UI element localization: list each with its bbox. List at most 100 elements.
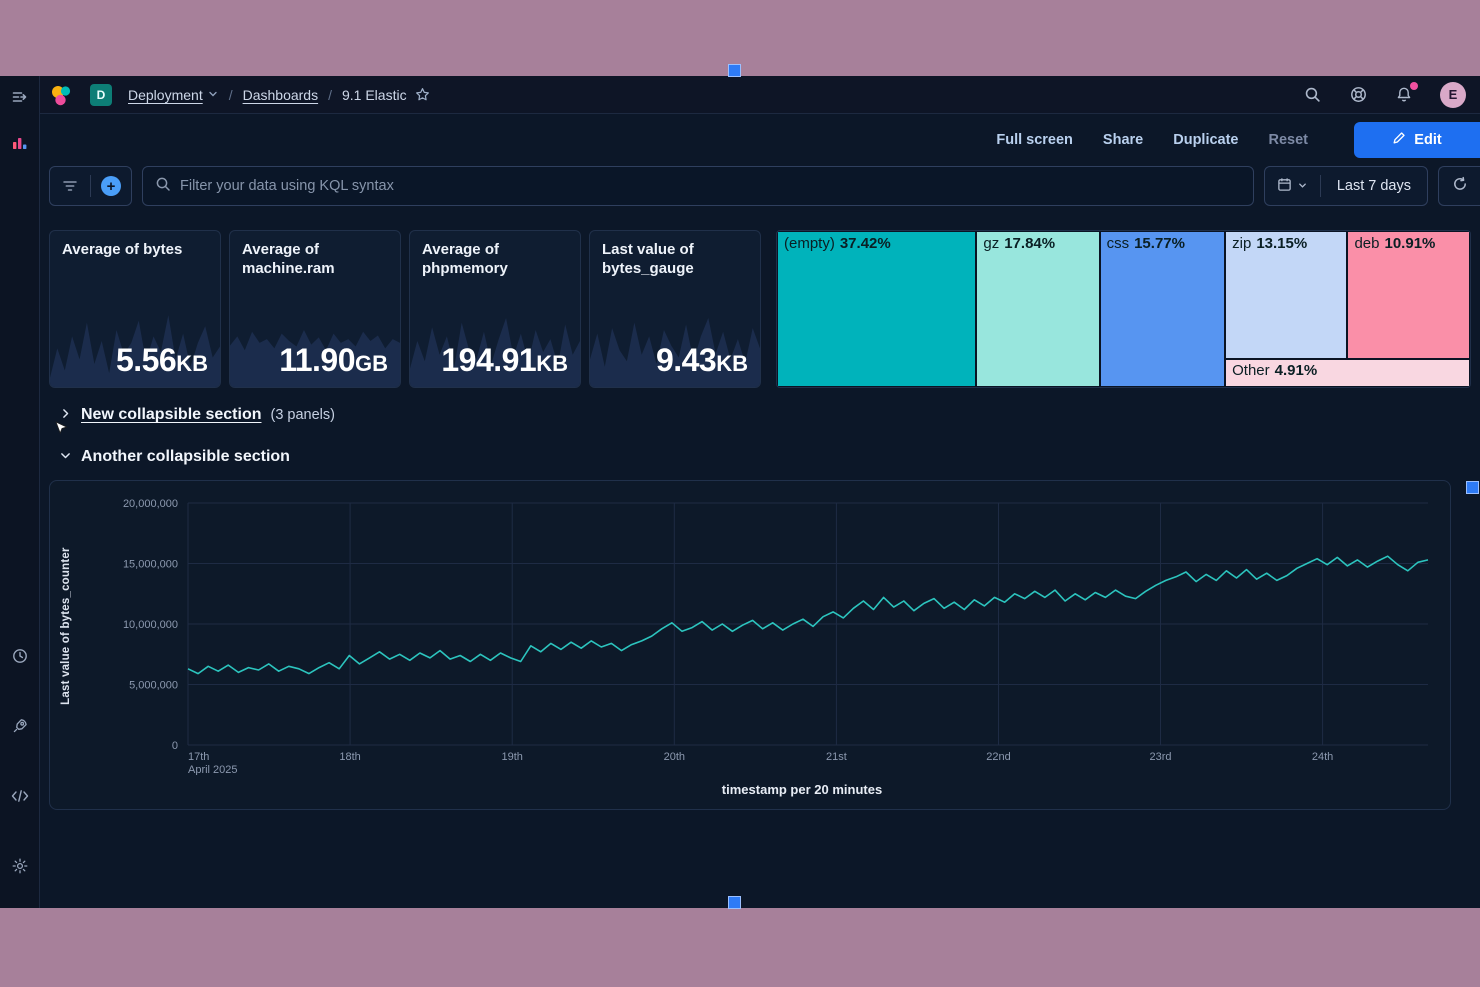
treemap-tile-empty[interactable]: (empty)37.42%: [778, 232, 975, 386]
nav-expand-button[interactable]: [10, 87, 30, 107]
bytes-counter-chart-panel[interactable]: Last value of bytes_counter 05,000,00010…: [49, 480, 1451, 810]
search-button[interactable]: [1302, 85, 1322, 105]
kql-search-input[interactable]: [180, 178, 1241, 194]
favorite-button[interactable]: [413, 85, 433, 105]
svg-text:0: 0: [172, 740, 178, 752]
integrations-button[interactable]: [10, 716, 30, 736]
metric-unit: KB: [536, 351, 568, 376]
treemap-panel: (empty)37.42% gz 17.84% css15.77% zip 13.1…: [776, 230, 1471, 388]
y-axis-title: Last value of bytes_counter: [60, 547, 72, 705]
svg-text:20,000,000: 20,000,000: [123, 498, 178, 510]
metrics-row: Average of bytes 5.56KB Average of machi…: [49, 230, 1471, 388]
chevron-down-icon: [1297, 179, 1308, 194]
management-button[interactable]: [10, 856, 30, 876]
reset-button[interactable]: Reset: [1269, 132, 1309, 148]
nav-expand-icon: [11, 89, 28, 105]
main-column: D Deployment / Dashboards / 9.1 Elastic: [40, 76, 1480, 908]
section-panel-count: (3 panels): [271, 407, 335, 423]
tile-percent: 4.91%: [1275, 362, 1318, 379]
kql-search-box: [142, 166, 1254, 206]
notifications-button[interactable]: [1394, 85, 1414, 105]
filter-bar: + Last 7 days: [40, 166, 1480, 206]
clock-icon: [12, 648, 28, 664]
deployment-badge[interactable]: D: [90, 84, 112, 106]
tile-label: css: [1107, 235, 1130, 252]
user-avatar[interactable]: E: [1440, 82, 1466, 108]
breadcrumb-deployment[interactable]: Deployment: [128, 87, 219, 103]
dashboards-app-icon: [12, 135, 28, 151]
breadcrumb-dashboards[interactable]: Dashboards: [243, 87, 319, 103]
breadcrumb-separator: /: [229, 87, 233, 103]
treemap-tile-deb[interactable]: deb10.91%: [1348, 232, 1469, 358]
treemap-tile-gz[interactable]: gz 17.84%: [977, 232, 1098, 386]
tile-label: Other: [1232, 362, 1270, 379]
section-title: Another collapsible section: [81, 448, 290, 466]
breadcrumb-separator: /: [328, 87, 332, 103]
metric-panel-avg-bytes: Average of bytes 5.56KB: [49, 230, 221, 388]
dashboard-toolbar: Full screen Share Duplicate Reset Edit: [40, 114, 1480, 166]
duplicate-button[interactable]: Duplicate: [1173, 132, 1238, 148]
metric-panel-last-bytes-gauge: Last value of bytes_gauge 9.43KB: [589, 230, 761, 388]
refresh-button[interactable]: [1438, 166, 1480, 206]
selection-handle-bottom[interactable]: [728, 896, 741, 909]
metric-value: 5.56KB: [116, 342, 208, 379]
rail-bottom-group: [10, 646, 30, 902]
filter-icon: [62, 179, 78, 193]
notification-dot: [1410, 82, 1418, 90]
share-button[interactable]: Share: [1103, 132, 1143, 148]
selection-handle-top[interactable]: [728, 64, 741, 77]
help-icon: [1350, 86, 1367, 103]
recents-button[interactable]: [10, 646, 30, 666]
tile-label: zip: [1232, 235, 1251, 252]
add-filter-button[interactable]: +: [101, 176, 121, 196]
elastic-logo[interactable]: [50, 84, 72, 106]
section-another-collapsible[interactable]: Another collapsible section: [59, 448, 290, 466]
metric-number: 194.91: [441, 342, 536, 378]
metric-number: 5.56: [116, 342, 176, 378]
left-nav-rail: [0, 76, 40, 908]
treemap-right-row: zip 13.15% deb10.91%: [1226, 232, 1469, 358]
selection-handle-right[interactable]: [1466, 481, 1479, 494]
metric-unit: GB: [355, 351, 388, 376]
treemap-tile-css[interactable]: css15.77%: [1101, 232, 1225, 386]
line-chart[interactable]: 05,000,00010,000,00015,000,00020,000,000…: [84, 491, 1436, 775]
top-nav: D Deployment / Dashboards / 9.1 Elastic: [40, 76, 1480, 114]
svg-text:18th: 18th: [339, 751, 360, 763]
treemap-tile-zip[interactable]: zip 13.15%: [1226, 232, 1346, 358]
metric-value: 11.90GB: [279, 342, 388, 379]
metric-title: Average of machine.ram: [242, 241, 388, 279]
help-button[interactable]: [1348, 85, 1368, 105]
metric-value: 9.43KB: [656, 342, 748, 379]
dev-tools-button[interactable]: [10, 786, 30, 806]
full-screen-button[interactable]: Full screen: [996, 132, 1073, 148]
tile-label: (empty): [784, 235, 835, 252]
mouse-cursor: [55, 421, 69, 442]
chevron-down-icon: [207, 87, 219, 103]
bell-icon: [1396, 86, 1412, 103]
breadcrumb-deployment-label: Deployment: [128, 87, 203, 103]
tile-percent: 17.84%: [1004, 235, 1055, 252]
time-range-button[interactable]: Last 7 days: [1321, 178, 1427, 194]
dashboard-content: Average of bytes 5.56KB Average of machi…: [40, 218, 1480, 908]
metric-unit: KB: [176, 351, 208, 376]
treemap-tile-other[interactable]: Other 4.91%: [1226, 360, 1469, 386]
svg-text:24th: 24th: [1312, 751, 1333, 763]
dashboards-app-button[interactable]: [10, 133, 30, 153]
metric-unit: KB: [716, 351, 748, 376]
metric-panel-avg-phpmemory: Average of phpmemory 194.91KB: [409, 230, 581, 388]
tile-percent: 13.15%: [1256, 235, 1307, 252]
filter-menu-button[interactable]: [60, 176, 80, 196]
section-new-collapsible[interactable]: New collapsible section (3 panels): [59, 406, 335, 424]
gear-icon: [12, 858, 28, 874]
calendar-button[interactable]: [1265, 167, 1320, 205]
star-icon: [415, 87, 430, 102]
svg-text:21st: 21st: [826, 751, 847, 763]
svg-text:17th: 17th: [188, 751, 209, 763]
svg-text:15,000,000: 15,000,000: [123, 559, 178, 571]
svg-text:April 2025: April 2025: [188, 764, 238, 775]
kibana-app: D Deployment / Dashboards / 9.1 Elastic: [0, 76, 1480, 908]
edit-button[interactable]: Edit: [1354, 122, 1480, 158]
tile-label: gz: [983, 235, 999, 252]
time-picker: Last 7 days: [1264, 166, 1428, 206]
metric-title: Average of phpmemory: [422, 241, 568, 279]
